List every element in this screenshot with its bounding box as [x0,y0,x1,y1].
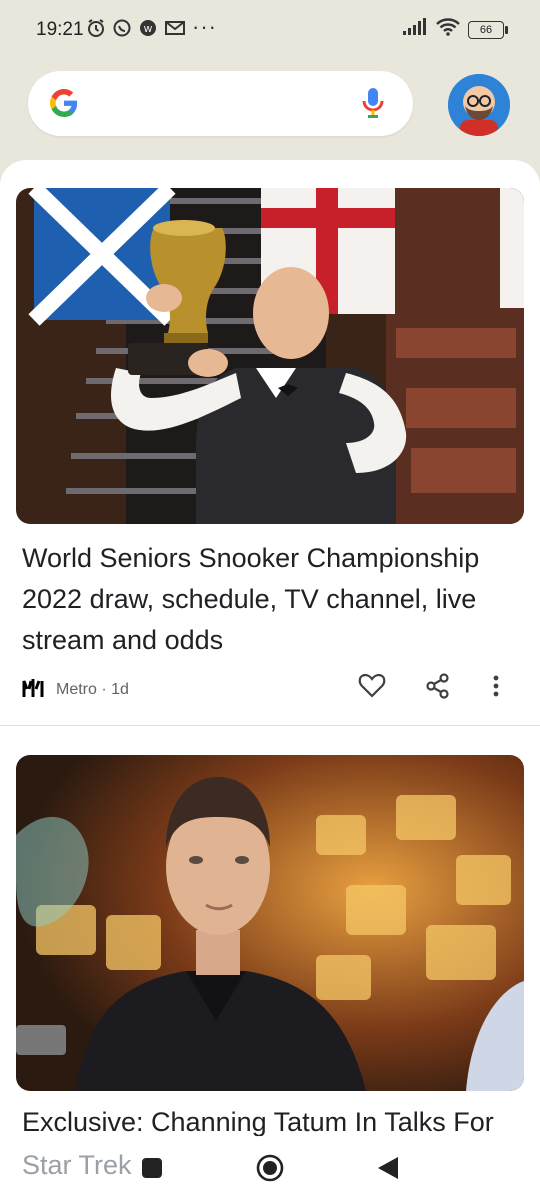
article-title-continuation: Star Trek [22,1150,132,1180]
source-name: Metro · 1d [56,681,129,698]
profile-avatar[interactable] [448,74,510,136]
status-bar: 19:21 w ··· 66 [0,0,540,60]
article-title[interactable]: World Seniors Snooker Championship 2022 … [22,538,517,661]
back-button[interactable] [376,1155,400,1186]
app-icon: w [138,18,158,38]
navigation-bar: Star Trek [0,1136,540,1200]
channing-tatum-article-image[interactable] [16,755,524,1091]
signal-icon [402,18,428,41]
status-time: 19:21 [36,19,84,40]
card-divider [0,725,540,726]
gmail-icon [164,19,186,37]
recents-button[interactable] [141,1157,163,1184]
share-icon[interactable] [424,672,452,705]
whatsapp-icon [112,18,132,38]
article-title-text: Exclusive: Channing Tatum In Talks For [22,1107,494,1137]
more-notifications-icon: ··· [192,14,217,39]
system-status: 66 [402,18,508,41]
wifi-icon [436,18,460,41]
google-logo-icon [50,89,78,122]
search-bar[interactable] [28,71,413,136]
svg-text:w: w [143,23,152,35]
battery-icon: 66 [468,20,508,39]
snooker-article-image[interactable] [16,188,524,524]
discover-feed[interactable]: World Seniors Snooker Championship 2022 … [0,160,540,1200]
notification-icons: w [86,18,186,38]
mic-icon[interactable] [362,87,384,124]
metro-logo-icon [22,677,44,704]
article-title[interactable]: Exclusive: Channing Tatum In Talks For [22,1102,517,1138]
alarm-icon [86,18,106,38]
more-vert-icon[interactable] [492,672,500,705]
home-button[interactable] [256,1154,284,1187]
article-source: Metro · 1d [22,675,129,705]
heart-icon[interactable] [358,672,386,705]
